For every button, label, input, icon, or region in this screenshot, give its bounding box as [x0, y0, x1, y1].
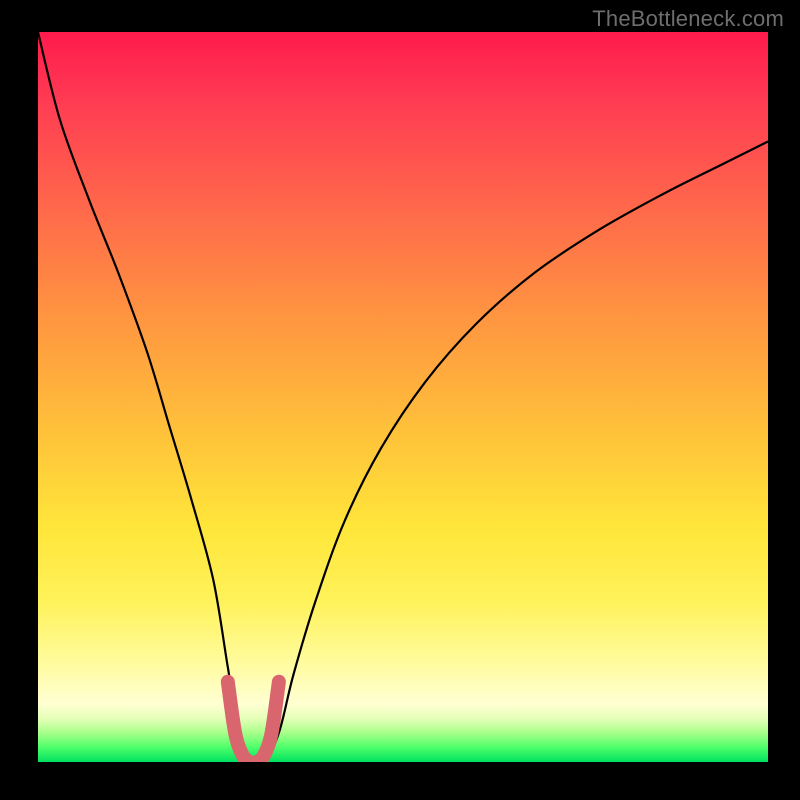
chart-frame: TheBottleneck.com — [0, 0, 800, 800]
bottleneck-curve — [38, 32, 768, 762]
watermark-text: TheBottleneck.com — [592, 6, 784, 32]
plot-area — [38, 32, 768, 762]
curve-layer — [38, 32, 768, 762]
valley-highlight — [228, 682, 279, 762]
